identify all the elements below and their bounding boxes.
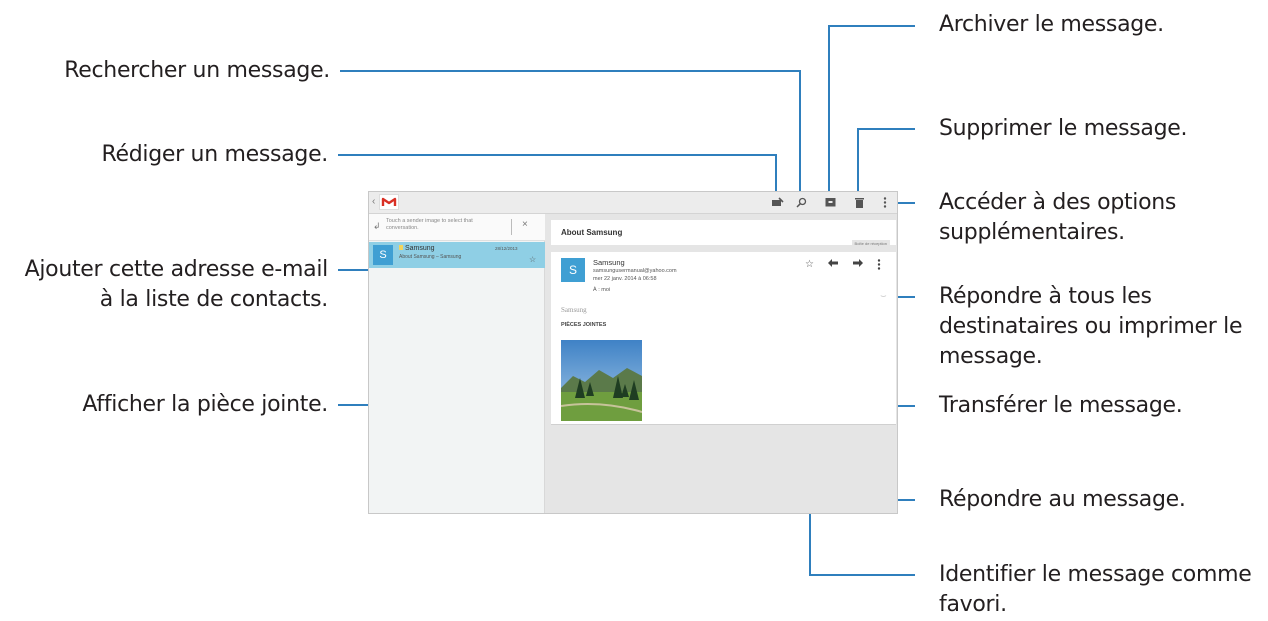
attachments-title: PIÈCES JOINTES [561,322,607,328]
conversation-item[interactable]: S Samsung About Samsung – Samsung 28/12/… [369,242,545,268]
callout-reply-all-line1: Répondre à tous les [939,284,1152,309]
message-header: About Samsung Boîte de réception [551,220,896,247]
callout-reply-all-line3: message. [939,344,1043,369]
conversation-list: ↲ Touch a sender image to select that co… [369,214,545,513]
callout-add-contact-line2: à la liste de contacts. [99,287,329,312]
star-icon[interactable]: ☆ [805,259,814,270]
callout-delete: Supprimer le message. [939,116,1188,141]
callout-favorite-line1: Identifier le message comme [939,562,1252,587]
callout-reply: Répondre au message. [939,487,1186,512]
hint-divider [511,219,512,235]
sender-email: samsungusermanual@yahoo.com [593,268,677,274]
callout-search: Rechercher un message. [64,58,330,83]
email-screen: ‹ ↲ Touch a sender image to select that … [368,191,898,514]
conversation-sender-name: Samsung [405,245,435,252]
callout-reply-all-line2: destinataires ou imprimer le [939,314,1243,339]
selection-hint: ↲ Touch a sender image to select that co… [369,214,545,241]
callout-reply-all: Répondre à tous les destinataires ou imp… [939,282,1243,372]
callout-add-contact-line1: Ajouter cette adresse e-mail [24,257,329,282]
reply-icon[interactable] [828,259,838,271]
callout-more-options-line2: supplémentaires. [939,220,1125,245]
conversation-avatar[interactable]: S [373,245,393,265]
callout-add-contact: Ajouter cette adresse e-mail à la liste … [24,255,329,315]
callout-compose: Rédiger un message. [101,142,329,167]
gmail-icon[interactable] [379,194,399,210]
conversation-sender: Samsung [399,245,435,252]
scroll-indicator: ‿ [881,291,886,297]
overflow-icon[interactable] [878,195,892,209]
hint-arrow-icon: ↲ [373,221,381,231]
message-overflow-icon[interactable] [877,259,881,273]
compose-icon[interactable] [771,195,785,209]
trash-icon[interactable] [852,195,866,209]
archive-icon[interactable] [823,195,837,209]
close-icon[interactable]: × [522,219,528,230]
message-subject: About Samsung [561,228,623,237]
conversation-subject: About Samsung – Samsung [399,254,462,260]
sender-name: Samsung [593,258,625,267]
sender-avatar[interactable]: S [561,258,585,282]
action-bar: ‹ [369,192,897,214]
hint-text: Touch a sender image to select that conv… [386,218,473,231]
conversation-date: 28/12/2013 [495,246,518,251]
callout-favorite-line2: favori. [939,592,1007,617]
callout-forward: Transférer le message. [939,393,1183,418]
callout-more-options: Accéder à des options supplémentaires. [939,188,1176,248]
message-date: mer 22 janv. 2014 à 06:58 [593,276,657,282]
callout-more-options-line1: Accéder à des options [939,190,1177,215]
inbox-label[interactable]: Boîte de réception [851,240,890,247]
message-body: Samsung [561,306,587,314]
recipient: À : moi [593,287,611,293]
callout-favorite: Identifier le message comme favori. [939,560,1252,620]
search-icon[interactable] [794,195,808,209]
message-card: S Samsung samsungusermanual@yahoo.com me… [551,252,896,425]
back-chevron-icon[interactable]: ‹ [372,196,375,207]
callout-view-attachment: Afficher la pièce jointe. [82,392,328,417]
star-icon[interactable]: ☆ [529,255,536,264]
forward-icon[interactable] [853,259,863,271]
callout-archive: Archiver le message. [939,12,1164,37]
attachment-thumbnail[interactable] [560,340,643,421]
label-tag-icon [399,245,403,250]
